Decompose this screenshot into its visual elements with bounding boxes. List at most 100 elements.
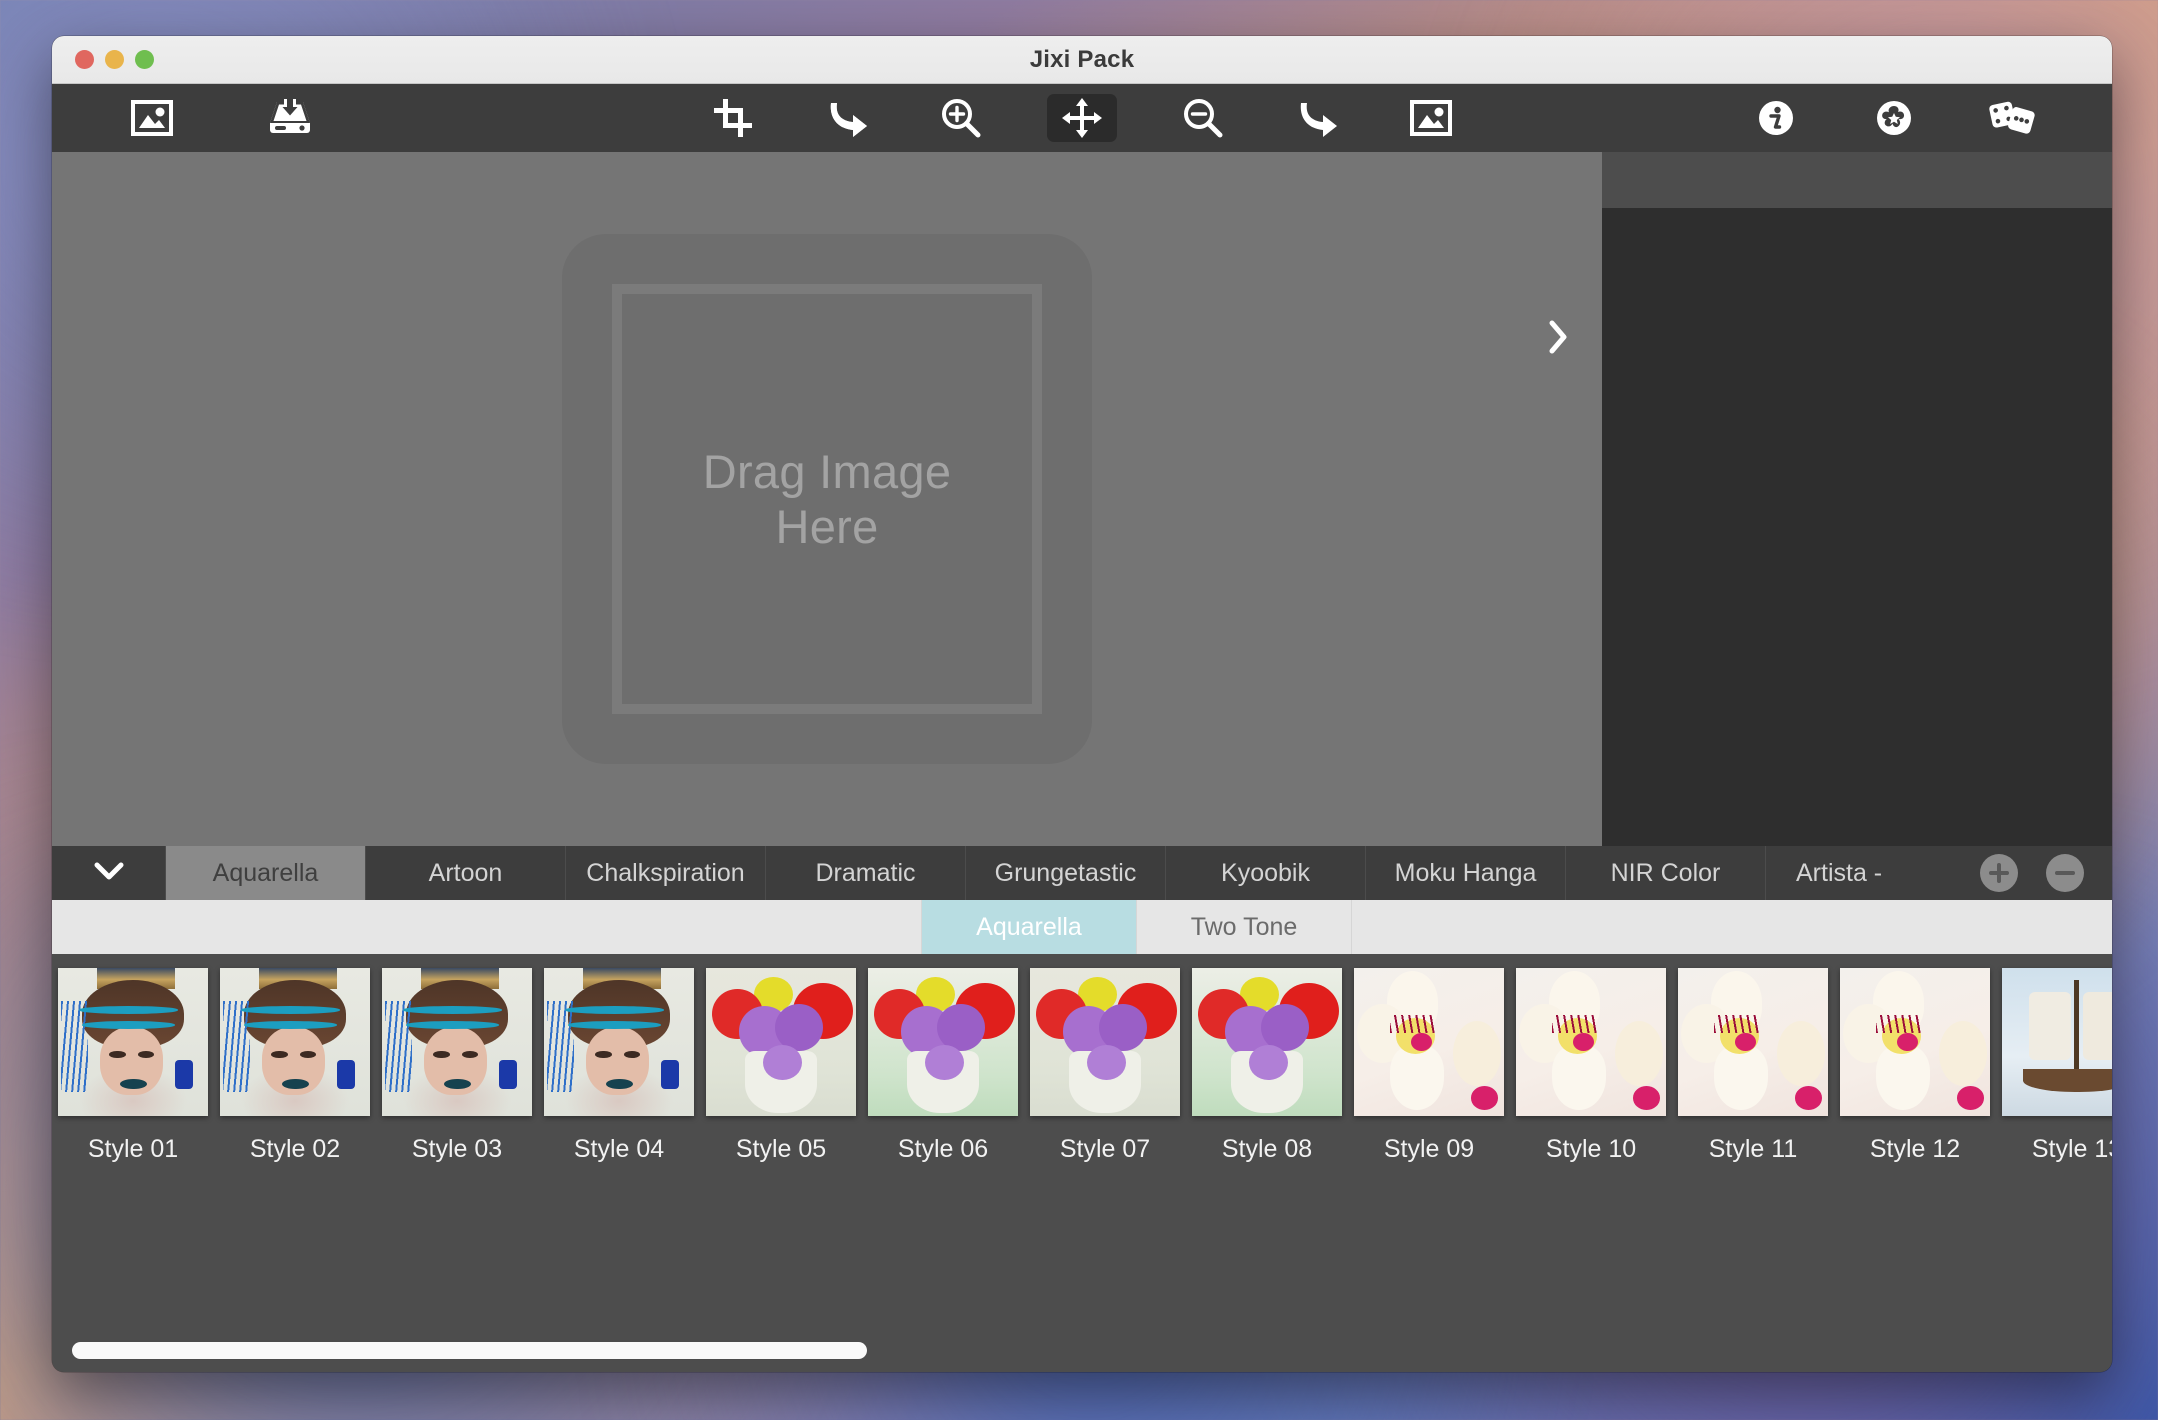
expand-panel-button[interactable] (1536, 314, 1580, 364)
thumbnail-image[interactable] (544, 968, 694, 1116)
style-thumbnail[interactable]: Style 02 (214, 968, 376, 1164)
thumbnail-image[interactable] (58, 968, 208, 1116)
toolbar-left-group (124, 94, 318, 142)
side-panel (1602, 152, 2112, 846)
tab-label: Artista - (1796, 858, 1883, 887)
thumbnail-art (544, 968, 694, 1116)
subtab-aquarella[interactable]: Aquarella (922, 900, 1137, 954)
thumbnail-scrollbar-track[interactable] (52, 1328, 2112, 1372)
move-tool-button[interactable] (1047, 94, 1117, 142)
style-thumbnail[interactable]: Style 08 (1186, 968, 1348, 1164)
randomize-dice-icon (1989, 100, 2035, 136)
undo-icon (827, 99, 867, 137)
side-panel-header (1602, 152, 2112, 208)
tab-chalkspiration[interactable]: Chalkspiration (565, 846, 765, 900)
style-thumbnail[interactable]: Style 07 (1024, 968, 1186, 1164)
open-image-icon (131, 100, 173, 136)
thumbnail-image[interactable] (1516, 968, 1666, 1116)
open-image-button[interactable] (124, 94, 180, 142)
tab-kyoobik[interactable]: Kyoobik (1165, 846, 1365, 900)
main-body: Drag Image Here (52, 152, 2112, 846)
tab-moku-hanga[interactable]: Moku Hanga (1365, 846, 1565, 900)
zoom-in-button[interactable] (933, 94, 989, 142)
fit-image-icon (1410, 100, 1452, 136)
thumbnail-label: Style 08 (1221, 1135, 1313, 1163)
thumbnail-image[interactable] (868, 968, 1018, 1116)
drop-text-line-2: Here (775, 500, 879, 553)
tab-label: Chalkspiration (586, 858, 745, 887)
thumbnail-art (1192, 968, 1342, 1116)
fit-image-button[interactable] (1403, 94, 1459, 142)
info-button[interactable] (1748, 94, 1804, 142)
tab-actions (1952, 846, 2112, 900)
redo-button[interactable] (1289, 94, 1345, 142)
effects-button[interactable] (1866, 94, 1922, 142)
thumbnail-image[interactable] (1354, 968, 1504, 1116)
thumbnail-art (1354, 968, 1504, 1116)
tab-dramatic[interactable]: Dramatic (765, 846, 965, 900)
subtab-spacer (52, 900, 922, 954)
chevron-right-icon (1548, 320, 1568, 359)
crop-icon (714, 99, 752, 137)
thumbnail-image[interactable] (706, 968, 856, 1116)
crop-tool-button[interactable] (705, 94, 761, 142)
thumbnail-image[interactable] (1678, 968, 1828, 1116)
thumbnail-image[interactable] (2002, 968, 2112, 1116)
thumbnail-art (220, 968, 370, 1116)
style-thumbnail[interactable]: Style 13 (1996, 968, 2112, 1164)
title-bar: Jixi Pack (52, 36, 2112, 84)
drop-text-line-1: Drag Image (702, 444, 952, 498)
drop-zone-frame: Drag Image Here (612, 284, 1042, 714)
zoom-in-icon (941, 98, 981, 138)
style-thumbnail-strip[interactable]: Style 01 Style 02 Style 03 Style 04 Styl… (52, 954, 2112, 1328)
zoom-out-button[interactable] (1175, 94, 1231, 142)
drop-zone-text: Drag Image Here (703, 444, 952, 555)
minus-icon (2055, 871, 2075, 875)
window-title: Jixi Pack (1029, 45, 1135, 73)
info-icon (1758, 100, 1794, 136)
tab-artista[interactable]: Artista - (1765, 846, 1895, 900)
tab-aquarella[interactable]: Aquarella (165, 846, 365, 900)
thumbnail-label: Style 12 (1869, 1135, 1961, 1163)
move-icon (1062, 98, 1102, 138)
style-thumbnail[interactable]: Style 03 (376, 968, 538, 1164)
tab-artoon[interactable]: Artoon (365, 846, 565, 900)
add-pack-button[interactable] (1980, 854, 2018, 892)
thumbnail-image[interactable] (1030, 968, 1180, 1116)
thumbnail-art (1678, 968, 1828, 1116)
thumbnail-art (868, 968, 1018, 1116)
style-thumbnail[interactable]: Style 12 (1834, 968, 1996, 1164)
save-image-button[interactable] (262, 94, 318, 142)
thumbnail-label: Style 04 (573, 1135, 665, 1163)
tab-nir-color[interactable]: NIR Color (1565, 846, 1765, 900)
subtab-label: Two Tone (1190, 912, 1298, 941)
style-thumbnail[interactable]: Style 05 (700, 968, 862, 1164)
thumbnail-image[interactable] (220, 968, 370, 1116)
thumbnail-image[interactable] (382, 968, 532, 1116)
subtab-two-tone[interactable]: Two Tone (1137, 900, 1352, 954)
randomize-button[interactable] (1984, 94, 2040, 142)
tab-label: Dramatic (815, 858, 916, 887)
drop-zone[interactable]: Drag Image Here (562, 234, 1092, 764)
undo-button[interactable] (819, 94, 875, 142)
pack-tab-bar: Aquarella Artoon Chalkspiration Dramatic… (52, 846, 2112, 900)
save-image-icon (268, 99, 312, 137)
thumbnail-art (1030, 968, 1180, 1116)
thumbnail-label: Style 05 (735, 1135, 827, 1163)
style-thumbnail[interactable]: Style 04 (538, 968, 700, 1164)
thumbnail-art (1840, 968, 1990, 1116)
style-subtab-bar: Aquarella Two Tone (52, 900, 2112, 954)
style-thumbnail[interactable]: Style 10 (1510, 968, 1672, 1164)
thumbnail-image[interactable] (1840, 968, 1990, 1116)
style-thumbnail[interactable]: Style 01 (52, 968, 214, 1164)
tab-grungetastic[interactable]: Grungetastic (965, 846, 1165, 900)
remove-pack-button[interactable] (2046, 854, 2084, 892)
tab-label: Grungetastic (994, 858, 1137, 887)
tab-dropdown-button[interactable] (52, 846, 165, 900)
style-thumbnail[interactable]: Style 11 (1672, 968, 1834, 1164)
style-thumbnail[interactable]: Style 06 (862, 968, 1024, 1164)
thumbnail-scrollbar-thumb[interactable] (72, 1341, 867, 1359)
style-thumbnail[interactable]: Style 09 (1348, 968, 1510, 1164)
thumbnail-image[interactable] (1192, 968, 1342, 1116)
image-canvas[interactable]: Drag Image Here (52, 152, 1602, 846)
